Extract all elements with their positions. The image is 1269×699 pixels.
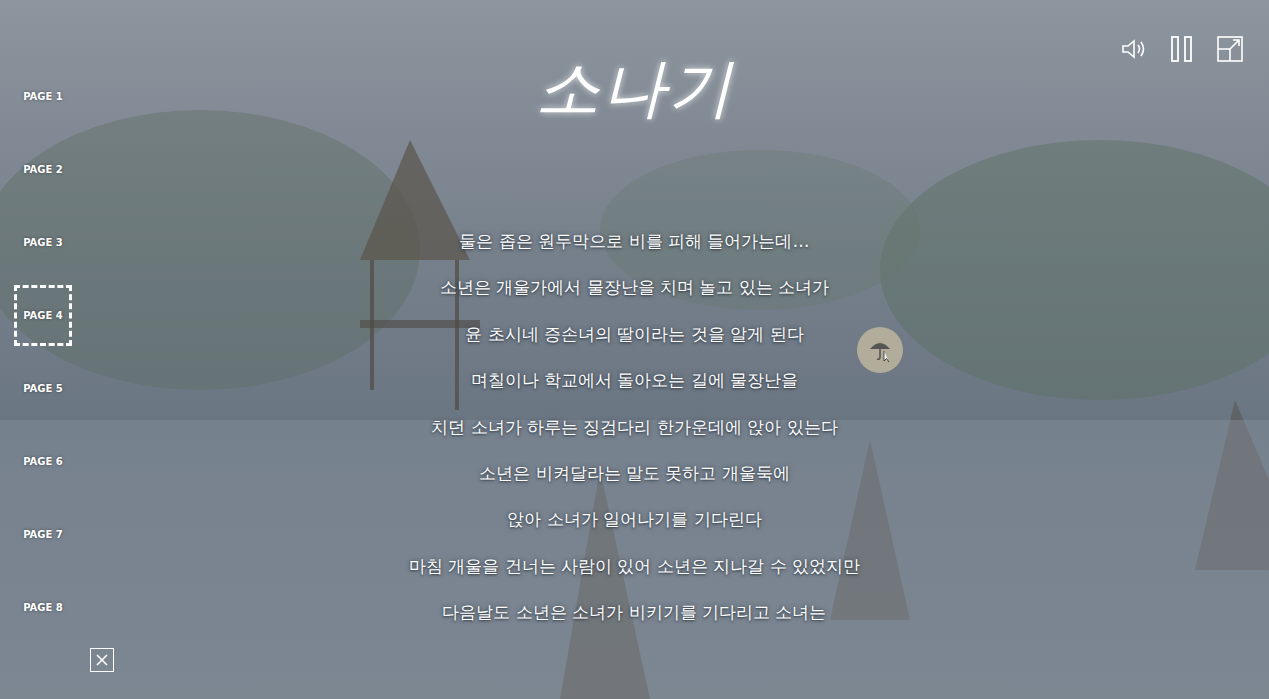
- page-label[interactable]: PAGE 3: [14, 212, 72, 273]
- page-sidebar: PAGE 1 PAGE 2 PAGE 3 PAGE 4 PAGE 5 PAGE 6 PAGE…: [0, 0, 86, 699]
- story-line: 윤 초시네 증손녀의 딸이라는 것을 알게 된다: [465, 311, 803, 357]
- page-label[interactable]: PAGE 7: [14, 504, 72, 565]
- story-line: 앉아 소녀가 일어나기를 기다린다: [507, 496, 761, 542]
- media-controls: [1119, 34, 1245, 64]
- fullscreen-icon[interactable]: [1215, 34, 1245, 64]
- story-line: 둘은 좁은 원두막으로 비를 피해 들어가는데…: [459, 218, 809, 264]
- story-line: 소년은 개울가에서 물장난을 치며 놀고 있는 소녀가: [440, 264, 829, 310]
- story-title: 소나기: [536, 43, 734, 133]
- page-label[interactable]: PAGE 5: [14, 358, 72, 419]
- story-line: 며칠이나 학교에서 돌아오는 길에 물장난을: [471, 357, 799, 403]
- umbrella-cursor-icon: [857, 327, 903, 373]
- page-label[interactable]: PAGE 4: [14, 285, 72, 346]
- page-label[interactable]: PAGE 1: [14, 66, 72, 127]
- page-item[interactable]: PAGE 6: [0, 425, 86, 498]
- story-panel: 소나기 둘은 좁은 원두막으로 비를 피해 들어가는데…소년은 개울가에서 물장…: [86, 0, 1269, 699]
- page-label[interactable]: PAGE 8: [14, 577, 72, 638]
- page-item[interactable]: PAGE 8: [0, 571, 86, 644]
- story-line: 소년은 비켜달라는 말도 못하고 개울둑에: [479, 450, 790, 496]
- page-label[interactable]: PAGE 6: [14, 431, 72, 492]
- page-item[interactable]: PAGE 3: [0, 206, 86, 279]
- page-item[interactable]: PAGE 4: [0, 279, 86, 352]
- sound-icon[interactable]: [1119, 34, 1149, 64]
- close-icon[interactable]: [90, 648, 114, 672]
- page-item[interactable]: PAGE 2: [0, 133, 86, 206]
- page-item[interactable]: PAGE 7: [0, 498, 86, 571]
- story-line: 치던 소녀가 하루는 징검다리 한가운데에 앉아 있는다: [431, 404, 837, 450]
- pause-icon[interactable]: [1167, 34, 1197, 64]
- story-line: 마침 개울을 건너는 사람이 있어 소년은 지나갈 수 있었지만: [409, 543, 860, 589]
- story-line: 다음날도 소년은 소녀가 비키기를 기다리고 소녀는: [442, 589, 826, 635]
- page-item[interactable]: PAGE 1: [0, 60, 86, 133]
- page-item[interactable]: PAGE 5: [0, 352, 86, 425]
- page-label[interactable]: PAGE 2: [14, 139, 72, 200]
- story-text: 둘은 좁은 원두막으로 비를 피해 들어가는데…소년은 개울가에서 물장난을 치…: [409, 218, 860, 636]
